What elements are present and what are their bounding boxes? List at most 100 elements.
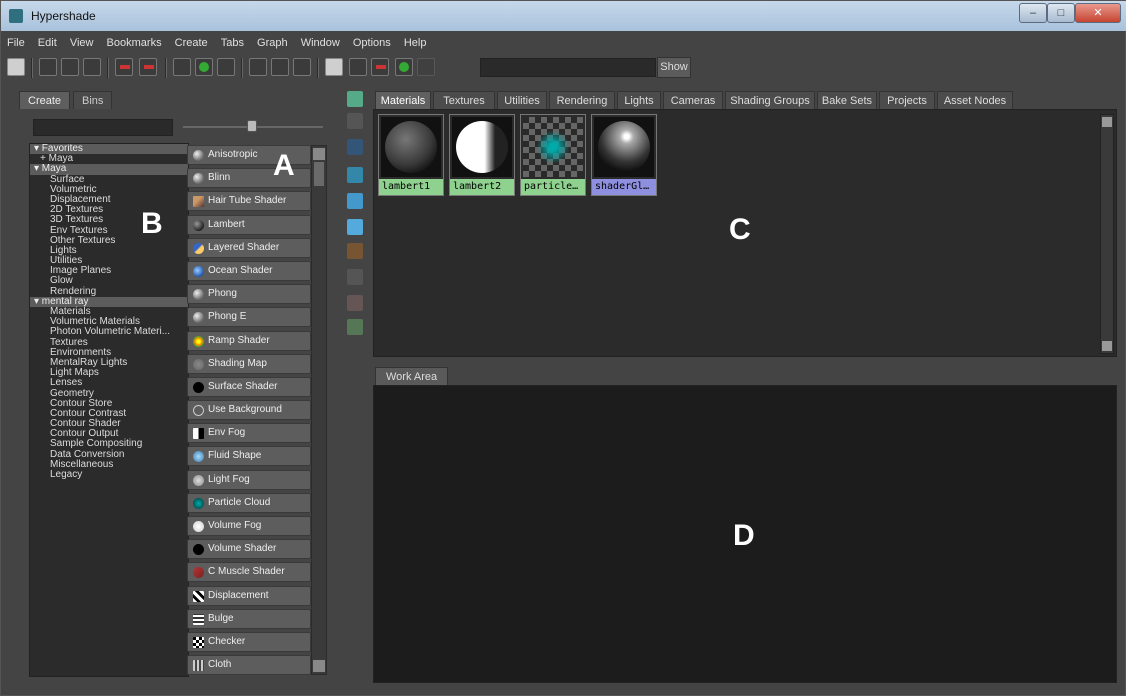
tab-materials[interactable]: Materials xyxy=(375,91,431,109)
create-node-button[interactable]: Hair Tube Shader xyxy=(187,191,311,212)
input-output-connections-icon[interactable] xyxy=(271,58,289,76)
material-preview xyxy=(452,117,512,177)
scroll-down-arrow-icon[interactable] xyxy=(1102,341,1112,351)
input-connections-icon[interactable] xyxy=(249,58,267,76)
create-node-button[interactable]: Surface Shader xyxy=(187,376,311,397)
large-icons-icon[interactable] xyxy=(347,193,363,209)
tab-projects[interactable]: Projects xyxy=(879,91,935,109)
tab-asset-nodes[interactable]: Asset Nodes xyxy=(937,91,1013,109)
create-node-button[interactable]: Ramp Shader xyxy=(187,330,311,351)
rearrange-graph-icon[interactable] xyxy=(195,58,213,76)
scroll-down-arrow-icon[interactable] xyxy=(313,660,325,672)
create-node-button[interactable]: Bulge xyxy=(187,608,311,629)
annotation-letter-b: B xyxy=(141,207,163,240)
close-button[interactable]: ✕ xyxy=(1075,3,1121,23)
create-node-button[interactable]: Volume Fog xyxy=(187,516,311,536)
tree-item[interactable]: 3D Textures xyxy=(30,215,188,225)
extra-large-icons-icon[interactable] xyxy=(347,219,363,235)
menu-edit[interactable]: Edit xyxy=(38,37,57,49)
scroll-thumb[interactable] xyxy=(314,162,324,186)
create-node-button[interactable]: Fluid Shape xyxy=(187,446,311,467)
material-swatch[interactable]: lambert1 xyxy=(378,114,444,196)
pane-divider[interactable] xyxy=(373,359,1117,365)
sort-by-name-icon[interactable] xyxy=(347,243,363,259)
create-node-button[interactable]: Checker xyxy=(187,631,311,652)
show-button[interactable]: Show xyxy=(657,57,691,78)
sort-by-type-icon[interactable] xyxy=(347,269,363,285)
tree-item[interactable]: Lenses xyxy=(30,378,188,388)
bottom-tabs-only-icon[interactable] xyxy=(61,58,79,76)
scroll-up-arrow-icon[interactable] xyxy=(313,148,325,160)
create-node-button[interactable]: Layered Shader xyxy=(187,237,311,258)
sort-by-time-icon[interactable] xyxy=(347,295,363,311)
materials-scrollbar[interactable] xyxy=(1100,114,1114,354)
menu-view[interactable]: View xyxy=(70,37,94,49)
create-node-button[interactable]: Shading Map xyxy=(187,353,311,374)
icon-size-slider-handle[interactable] xyxy=(247,120,257,132)
create-node-button[interactable]: Particle Cloud xyxy=(187,492,311,513)
tab-bake-sets[interactable]: Bake Sets xyxy=(817,91,877,109)
tab-bins[interactable]: Bins xyxy=(73,91,113,109)
list-view-icon[interactable] xyxy=(347,113,363,129)
menu-tabs[interactable]: Tabs xyxy=(221,37,244,49)
create-node-button[interactable]: Displacement xyxy=(187,585,311,606)
node-button-label: Volume Shader xyxy=(208,543,277,555)
menu-file[interactable]: File xyxy=(7,37,25,49)
search-field[interactable] xyxy=(480,58,656,77)
material-swatch[interactable]: shaderGl… xyxy=(591,114,657,196)
toggle-panel-icon[interactable] xyxy=(7,58,25,76)
create-node-button[interactable]: Light Fog xyxy=(187,469,311,490)
create-node-button[interactable]: C Muscle Shader xyxy=(187,562,311,583)
render-node-icon[interactable] xyxy=(371,58,389,76)
swatch-toggle-icon[interactable] xyxy=(325,58,343,76)
graph-materials-icon[interactable] xyxy=(217,58,235,76)
menu-graph[interactable]: Graph xyxy=(257,37,288,49)
tab-rendering[interactable]: Rendering xyxy=(549,91,615,109)
menu-bookmarks[interactable]: Bookmarks xyxy=(107,37,162,49)
tab-shading-groups[interactable]: Shading Groups xyxy=(725,91,815,109)
create-node-button[interactable]: Cloth xyxy=(187,655,311,675)
menu-window[interactable]: Window xyxy=(301,37,340,49)
output-connections-icon[interactable] xyxy=(293,58,311,76)
top-tabs-only-icon[interactable] xyxy=(39,58,57,76)
menu-help[interactable]: Help xyxy=(404,37,427,49)
material-swatch[interactable]: lambert2 xyxy=(449,114,515,196)
small-node-icon[interactable] xyxy=(349,58,367,76)
minimize-button[interactable]: – xyxy=(1019,3,1047,23)
graph-input-output-icon[interactable] xyxy=(115,58,133,76)
render-view-icon[interactable] xyxy=(347,91,363,107)
material-swatch[interactable]: particle… xyxy=(520,114,586,196)
tree-item[interactable]: Legacy xyxy=(30,469,188,480)
ipr-node-icon[interactable] xyxy=(395,58,413,76)
create-node-button[interactable]: Volume Shader xyxy=(187,539,311,560)
light-fog-icon xyxy=(193,474,204,486)
menu-create[interactable]: Create xyxy=(175,37,208,49)
create-node-button[interactable]: Phong E xyxy=(187,307,311,328)
small-icons-icon[interactable] xyxy=(347,139,363,155)
top-and-bottom-tabs-icon[interactable] xyxy=(83,58,101,76)
tab-cameras[interactable]: Cameras xyxy=(663,91,723,109)
node-filter-input[interactable] xyxy=(33,119,173,136)
clear-graph-icon[interactable] xyxy=(173,58,191,76)
menu-options[interactable]: Options xyxy=(353,37,391,49)
tab-textures[interactable]: Textures xyxy=(433,91,495,109)
medium-icons-icon[interactable] xyxy=(347,167,363,183)
create-node-button[interactable]: Use Background xyxy=(187,400,311,421)
create-node-button[interactable]: Ocean Shader xyxy=(187,260,311,281)
material-label: shaderGl… xyxy=(592,179,656,195)
tab-utilities[interactable]: Utilities xyxy=(497,91,547,109)
particle-icon xyxy=(527,121,579,173)
graph-input-icon[interactable] xyxy=(139,58,157,76)
sort-reverse-icon[interactable] xyxy=(347,319,363,335)
tab-create[interactable]: Create xyxy=(19,91,71,109)
create-node-button[interactable]: Lambert xyxy=(187,214,311,235)
maximize-button[interactable]: □ xyxy=(1047,3,1075,23)
tab-lights[interactable]: Lights xyxy=(617,91,661,109)
create-node-button[interactable]: Env Fog xyxy=(187,423,311,444)
node-list-scrollbar[interactable] xyxy=(311,145,327,675)
tab-work-area[interactable]: Work Area xyxy=(375,367,449,385)
dark-sphere-icon xyxy=(385,121,437,173)
create-node-button[interactable]: Phong xyxy=(187,284,311,305)
cloth-icon xyxy=(193,660,204,672)
scroll-up-arrow-icon[interactable] xyxy=(1102,117,1112,127)
